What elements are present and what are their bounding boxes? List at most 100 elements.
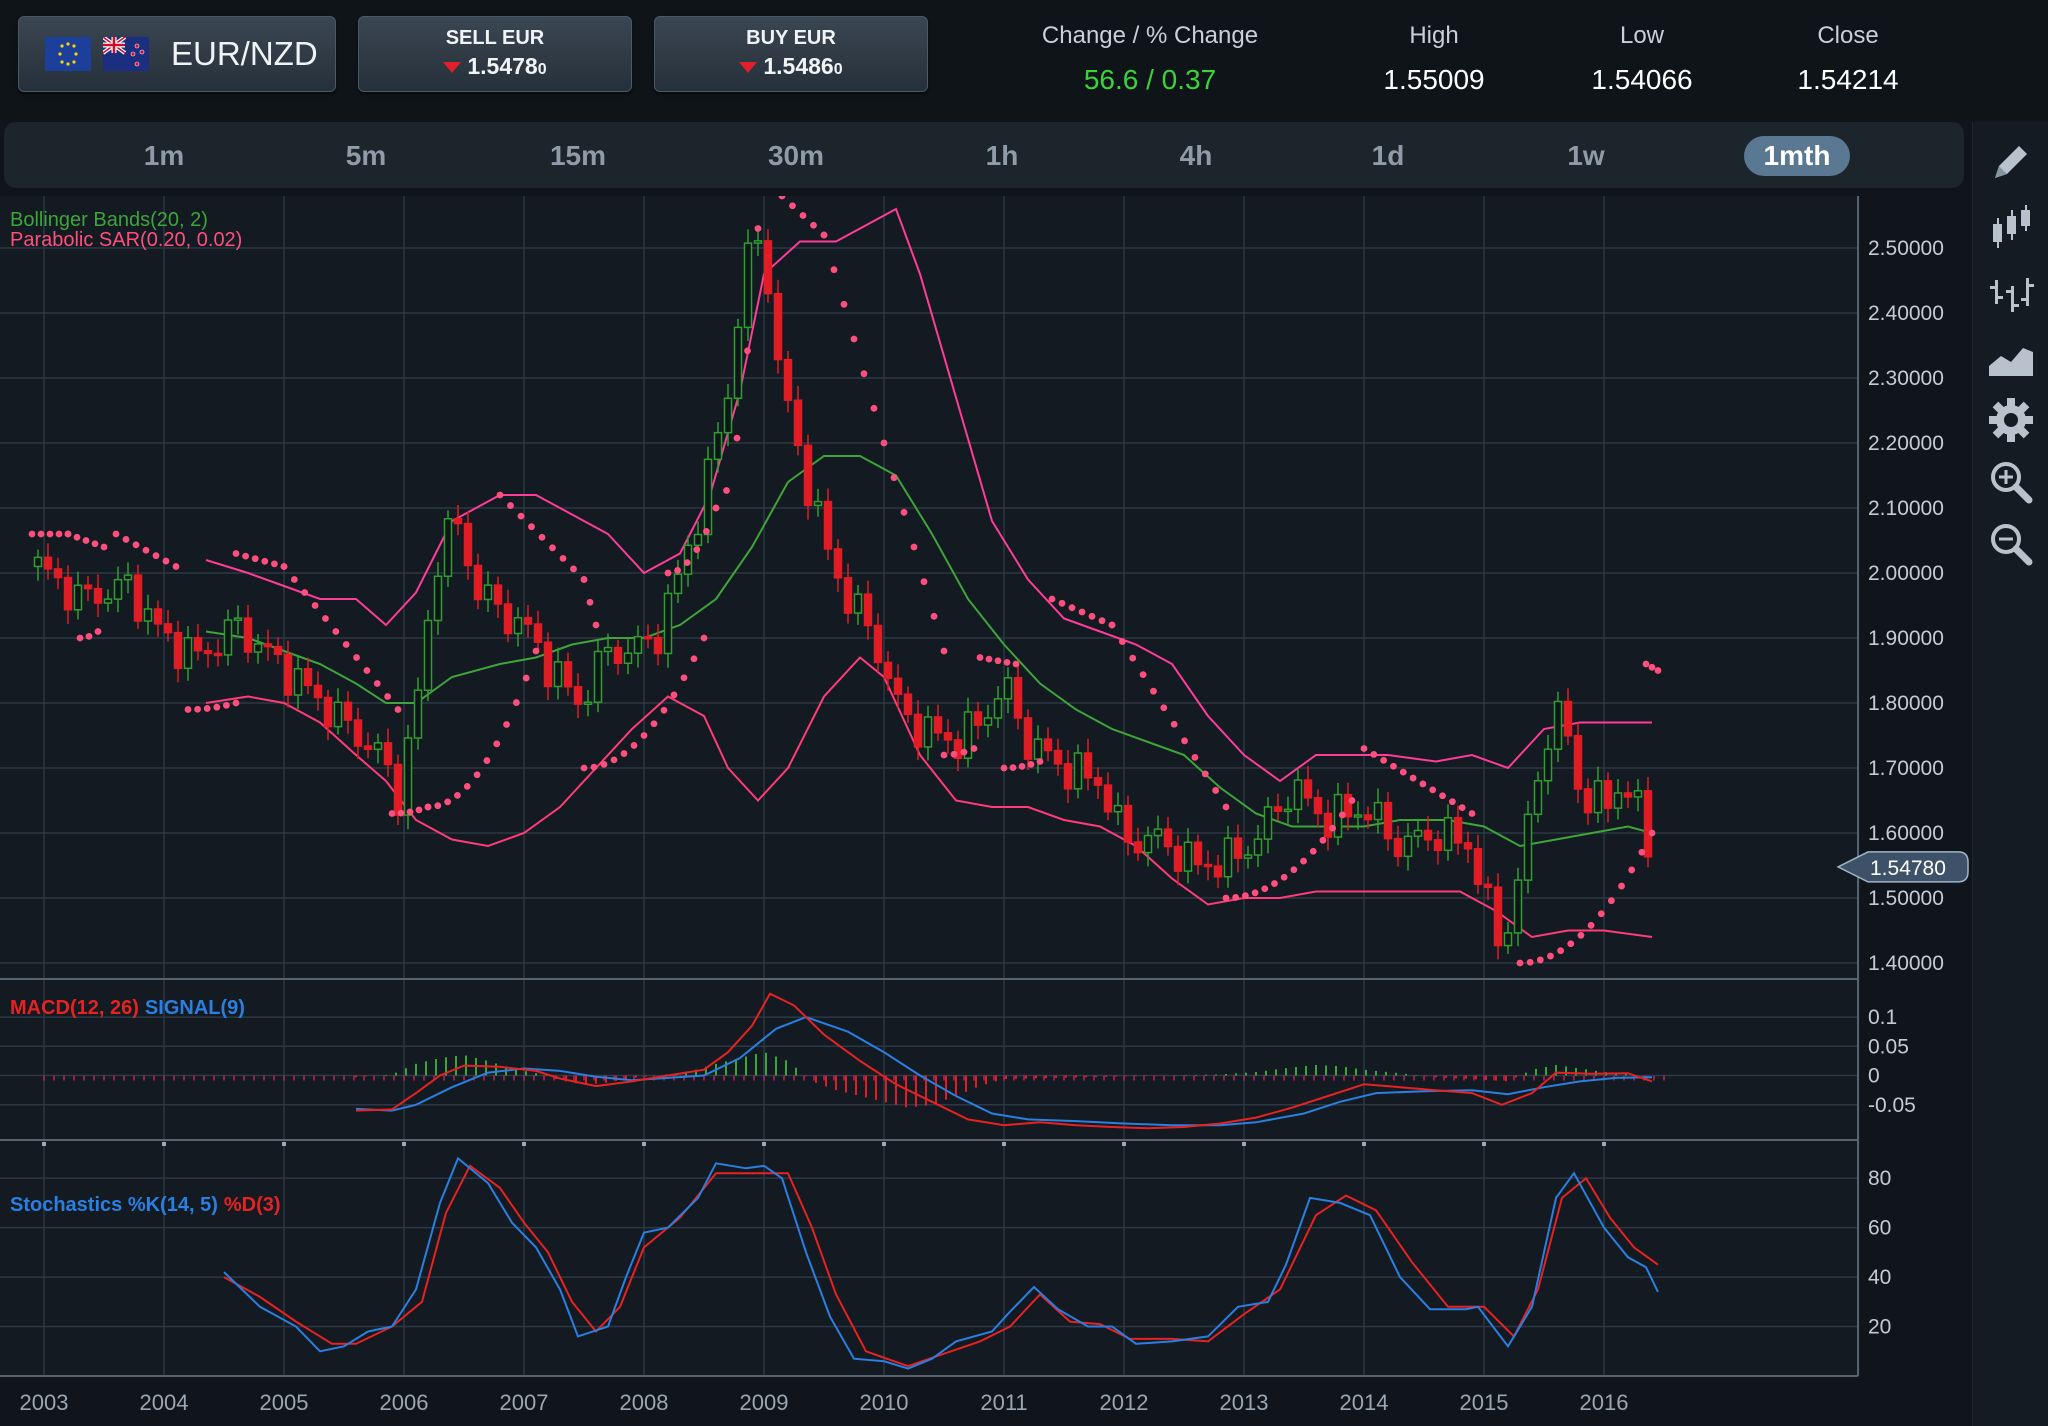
candle-body bbox=[1143, 834, 1153, 854]
sar-dot bbox=[342, 641, 350, 648]
candle-body bbox=[863, 593, 873, 627]
symbol-selector[interactable]: EUR/NZD bbox=[18, 16, 336, 92]
x-tick-label: 2007 bbox=[500, 1390, 549, 1415]
candle-body bbox=[513, 617, 523, 635]
timeframe-15m[interactable]: 15m bbox=[524, 136, 632, 176]
sar-dot bbox=[76, 634, 84, 642]
candle-body bbox=[883, 661, 893, 680]
sar-dot bbox=[373, 680, 381, 687]
candle-body bbox=[983, 717, 993, 726]
candle-body bbox=[283, 653, 293, 696]
timeframe-1d[interactable]: 1d bbox=[1338, 136, 1438, 176]
candle-body bbox=[1223, 837, 1233, 878]
legend-stochastics: Stochastics %K(14, 5) %D(3) bbox=[10, 1194, 281, 1216]
sar-dot bbox=[444, 798, 452, 806]
sar-dot bbox=[1329, 824, 1337, 832]
candle-body bbox=[1403, 835, 1413, 858]
sar-dot bbox=[840, 300, 848, 308]
zoom-in-icon[interactable] bbox=[1985, 456, 2037, 508]
candle-body bbox=[93, 587, 103, 604]
macd-tick-label: 0 bbox=[1868, 1065, 1880, 1088]
candle-body bbox=[943, 732, 953, 741]
candle-body bbox=[1253, 838, 1263, 856]
sar-dot bbox=[700, 634, 708, 642]
sar-dot bbox=[1118, 638, 1126, 645]
candle-body bbox=[1523, 813, 1533, 881]
timeframe-1m[interactable]: 1m bbox=[114, 136, 214, 176]
candle-body bbox=[403, 737, 413, 816]
candle-body bbox=[1613, 792, 1623, 809]
sar-dot bbox=[850, 335, 858, 343]
sar-dot bbox=[1448, 798, 1456, 806]
candlestick-icon[interactable] bbox=[1985, 202, 2037, 254]
gear-icon[interactable] bbox=[1985, 394, 2037, 446]
legend-stoch-k: Stochastics %K(14, 5) bbox=[10, 1194, 218, 1216]
sar-dot bbox=[630, 742, 638, 749]
sar-dot bbox=[1098, 617, 1106, 625]
sar-dot bbox=[213, 703, 221, 711]
sar-dot bbox=[1370, 751, 1378, 758]
panel-handle bbox=[162, 1142, 166, 1146]
stat-high-value: 1.55009 bbox=[1383, 64, 1485, 95]
candle-body bbox=[563, 661, 573, 688]
candle-body bbox=[493, 584, 503, 605]
candle-body bbox=[1163, 828, 1173, 848]
sar-dot bbox=[799, 212, 807, 219]
candle-body bbox=[523, 617, 533, 625]
sar-dot bbox=[580, 764, 588, 772]
candle-body bbox=[83, 584, 93, 590]
x-tick-label: 2011 bbox=[980, 1390, 1027, 1415]
timeframe-4h[interactable]: 4h bbox=[1146, 136, 1246, 176]
buy-button[interactable]: BUY EUR 1.54860 bbox=[654, 16, 928, 92]
candle-body bbox=[163, 623, 173, 634]
sar-dot bbox=[28, 530, 36, 538]
sar-dot bbox=[920, 578, 928, 586]
sar-dot bbox=[322, 615, 329, 622]
candle-body bbox=[1203, 863, 1213, 868]
pencil-icon[interactable] bbox=[1985, 136, 2037, 188]
sar-dot bbox=[503, 721, 510, 728]
sar-dot bbox=[1018, 762, 1026, 770]
candle-body bbox=[653, 636, 663, 655]
sar-dot bbox=[733, 434, 741, 442]
timeframe-1h[interactable]: 1h bbox=[952, 136, 1052, 176]
sar-dot bbox=[1429, 786, 1437, 794]
sell-label: SELL EUR bbox=[445, 27, 545, 49]
area-chart-icon[interactable] bbox=[1985, 332, 2037, 384]
buy-price: 1.54860 bbox=[655, 53, 927, 80]
panel-handle bbox=[402, 1142, 406, 1146]
sar-dot bbox=[690, 655, 698, 663]
sar-dot bbox=[353, 654, 360, 661]
sar-dot bbox=[1251, 889, 1259, 897]
candle-body bbox=[153, 608, 163, 625]
sar-dot bbox=[754, 225, 762, 232]
sar-dot bbox=[976, 654, 984, 661]
candle-body bbox=[183, 637, 193, 670]
x-tick-label: 2015 bbox=[1460, 1390, 1509, 1415]
timeframe-1w[interactable]: 1w bbox=[1536, 136, 1636, 176]
candle-body bbox=[313, 684, 323, 699]
macd-tick-label: 0.05 bbox=[1868, 1035, 1909, 1058]
sar-dot bbox=[496, 491, 504, 499]
candle-body bbox=[1173, 845, 1183, 872]
candle-body bbox=[333, 701, 343, 728]
price-chart[interactable]: 2003 2004 2005 2006 2007 2008 2009 2010 2011 2012… bbox=[0, 196, 1972, 1426]
sar-dot bbox=[1000, 764, 1008, 772]
candle-body bbox=[693, 533, 703, 547]
timeframe-5m[interactable]: 5m bbox=[316, 136, 416, 176]
sar-dot bbox=[1607, 897, 1615, 905]
sar-dot bbox=[1170, 720, 1178, 728]
timeframe-30m[interactable]: 30m bbox=[742, 136, 850, 176]
sar-dot bbox=[592, 621, 600, 629]
timeframe-1mth[interactable]: 1mth bbox=[1744, 136, 1850, 176]
candle-body bbox=[43, 556, 53, 570]
sell-button[interactable]: SELL EUR 1.54780 bbox=[358, 16, 632, 92]
sar-dot bbox=[620, 750, 628, 757]
sar-dot bbox=[1012, 660, 1020, 668]
candle-body bbox=[353, 719, 363, 747]
sar-dot bbox=[388, 810, 396, 817]
candle-body bbox=[1093, 777, 1103, 786]
candle-body bbox=[923, 716, 933, 748]
zoom-out-icon[interactable] bbox=[1985, 518, 2037, 570]
ohlc-bars-icon[interactable] bbox=[1985, 268, 2037, 320]
